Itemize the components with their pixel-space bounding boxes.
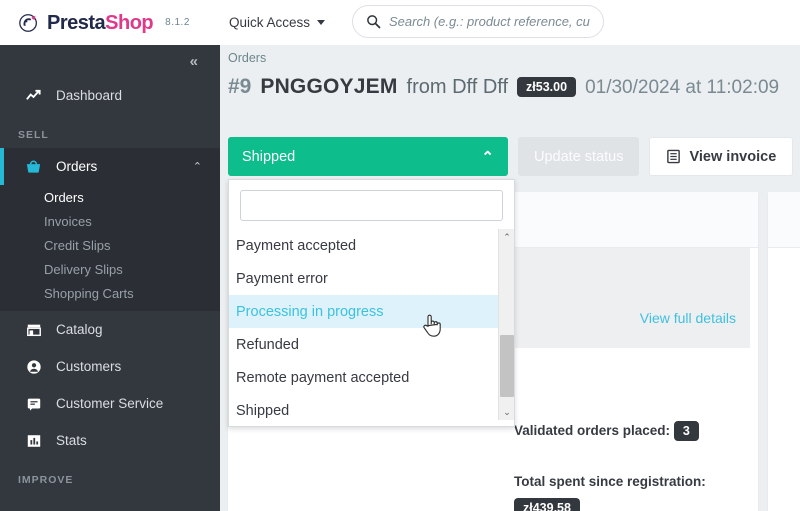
sidebar-item-label: Customer Service (56, 396, 164, 411)
version-label: 8.1.2 (165, 17, 190, 28)
order-customer-name: from Dff Dff (406, 76, 509, 98)
top-bar: PrestaShop 8.1.2 Quick Access (0, 0, 800, 45)
chevron-up-icon: ⌃ (481, 148, 494, 166)
sidebar-item-stats[interactable]: Stats (0, 422, 220, 459)
sidebar-subitem-invoices[interactable]: Invoices (0, 209, 220, 233)
double-chevron-left-icon[interactable]: « (190, 53, 198, 70)
brand-name-presta: Presta (47, 11, 106, 34)
sidebar-item-catalog[interactable]: Catalog (0, 311, 220, 348)
status-option-payment-error[interactable]: Payment error (229, 262, 514, 295)
bar-chart-icon (25, 432, 42, 449)
search-input[interactable] (389, 14, 590, 29)
dropdown-scrollbar[interactable]: ⌃ ⌄ (498, 229, 514, 420)
chevron-up-icon: ⌃ (192, 161, 202, 173)
total-spent-label: Total spent since registration: (514, 474, 706, 489)
update-status-label: Update status (534, 148, 624, 165)
order-toolbar: Shipped ⌃ Payment accepted Payment error… (228, 137, 794, 427)
sidebar-subitem-delivery-slips[interactable]: Delivery Slips (0, 257, 220, 281)
validated-orders-label: Validated orders placed: (514, 423, 671, 438)
order-status-dropdown-panel: Payment accepted Payment error Processin… (228, 179, 515, 427)
prestashop-admin-window: PrestaShop 8.1.2 Quick Access « Dashboar… (0, 0, 800, 511)
scroll-up-arrow-icon[interactable]: ⌃ (499, 229, 514, 245)
status-option-refunded[interactable]: Refunded (229, 328, 514, 361)
sidebar-item-label: Stats (56, 433, 87, 448)
scroll-down-arrow-icon[interactable]: ⌄ (499, 404, 514, 420)
status-option-processing-in-progress[interactable]: Processing in progress (229, 295, 514, 328)
brand-wordmark: PrestaShop (47, 11, 154, 34)
brand-name-shop: Shop (105, 11, 154, 34)
update-status-button[interactable]: Update status (518, 137, 640, 176)
status-option-remote-payment-accepted[interactable]: Remote payment accepted (229, 361, 514, 394)
main-content: Orders #9 PNGGOYJEM from Dff Dff zł53.00… (220, 45, 800, 511)
search-icon (367, 15, 381, 29)
secondary-card (768, 192, 800, 511)
total-spent-value: zł439.58 (514, 498, 580, 511)
chat-bubble-icon (25, 395, 42, 412)
status-option-shipped[interactable]: Shipped (229, 394, 514, 420)
sidebar-item-orders[interactable]: Orders ⌃ (0, 148, 220, 185)
scrollbar-thumb[interactable] (500, 335, 514, 397)
quick-access-label: Quick Access (229, 15, 311, 30)
total-spent-field: Total spent since registration: zł439.58 (514, 474, 758, 511)
sidebar-submenu-orders: Orders Invoices Credit Slips Delivery Sl… (0, 185, 220, 311)
sidebar-section-improve: IMPROVE (18, 474, 74, 486)
secondary-card-header (768, 192, 800, 248)
sidebar-subitem-shopping-carts[interactable]: Shopping Carts (0, 281, 220, 305)
sidebar-subitem-orders[interactable]: Orders (0, 185, 220, 209)
basket-icon (25, 158, 42, 175)
prestashop-logo-icon (19, 13, 37, 32)
sidebar-item-label: Catalog (56, 322, 103, 337)
view-invoice-button[interactable]: View invoice (649, 137, 794, 176)
sidebar-collapse-row: « (0, 45, 220, 77)
sidebar-item-label: Dashboard (56, 88, 123, 103)
sidebar-item-label: Customers (56, 359, 122, 374)
order-status-select-button[interactable]: Shipped ⌃ (228, 137, 508, 176)
store-icon (25, 321, 42, 338)
validated-orders-value: 3 (673, 421, 699, 441)
sidebar: « Dashboard SELL Orders ⌃ Orders Invoice… (0, 45, 220, 511)
order-status-selected-value: Shipped (242, 148, 296, 165)
dropdown-search-input[interactable] (241, 191, 502, 220)
order-reference: PNGGOYJEM (260, 75, 398, 98)
invoice-document-icon (667, 149, 681, 164)
validated-orders-field: Validated orders placed: 3 (514, 412, 699, 441)
person-circle-icon (25, 358, 42, 375)
view-full-details-link[interactable]: View full details (640, 310, 736, 326)
dropdown-search-box[interactable] (240, 190, 503, 221)
order-status-option-list: Payment accepted Payment error Processin… (229, 229, 514, 420)
order-number: #9 (228, 75, 252, 98)
view-invoice-label: View invoice (689, 148, 777, 165)
sidebar-item-customer-service[interactable]: Customer Service (0, 385, 220, 422)
chevron-down-icon (317, 20, 326, 25)
brand-logo[interactable]: PrestaShop 8.1.2 (0, 0, 220, 45)
global-search[interactable] (352, 5, 604, 38)
sidebar-item-label: Orders (56, 159, 98, 174)
sidebar-item-customers[interactable]: Customers (0, 348, 220, 385)
quick-access-menu[interactable]: Quick Access (229, 15, 326, 30)
sidebar-item-dashboard[interactable]: Dashboard (0, 77, 220, 114)
order-date: 01/30/2024 at 11:02:09 (585, 77, 780, 98)
sidebar-section-sell: SELL (18, 129, 49, 141)
page-title: #9 PNGGOYJEM from Dff Dff zł53.00 01/30/… (220, 65, 800, 99)
status-option-payment-accepted[interactable]: Payment accepted (229, 229, 514, 262)
breadcrumb[interactable]: Orders (220, 45, 800, 65)
order-status-select: Shipped ⌃ Payment accepted Payment error… (228, 137, 515, 427)
order-total-badge: zł53.00 (517, 77, 577, 97)
sidebar-subitem-credit-slips[interactable]: Credit Slips (0, 233, 220, 257)
trend-line-icon (25, 87, 42, 104)
